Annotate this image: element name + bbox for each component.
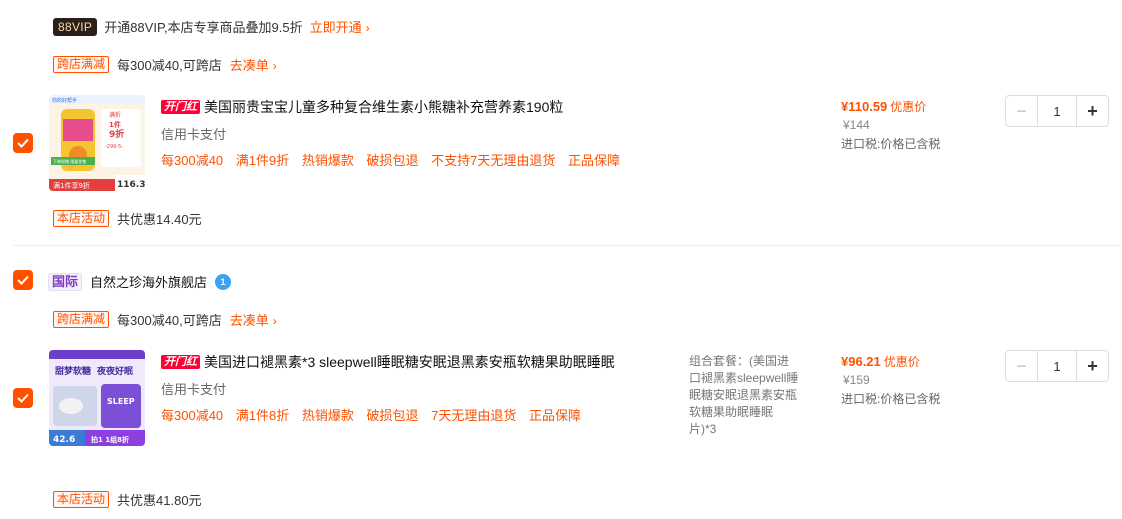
price-label: 优惠价 bbox=[890, 100, 927, 114]
item-title-row: 开门红 美国丽贵宝宝儿童多种复合维生素小熊糖补充营养素190粒 bbox=[161, 97, 801, 117]
thumb-head-1: 甜梦软糖 bbox=[55, 365, 91, 377]
tax-info: 进口税:价格已含税 bbox=[841, 392, 941, 406]
store-activity-tag: 本店活动 bbox=[53, 491, 110, 508]
item-title[interactable]: 美国进口褪黑素*3 sleepwell睡眠糖安眠退黑素安瓶软糖果助眠睡眠 bbox=[204, 352, 615, 372]
promo-tags: 每300减40 满1件8折 热销爆款 破损包退 7天无理由退货 正品保障 bbox=[161, 405, 590, 424]
add-on-link-label: 去凑单 bbox=[229, 313, 269, 328]
promo-tag: 每300减40 bbox=[161, 408, 224, 423]
bundle-description[interactable]: 组合套餐：(美国进口褪黑素sleepwell睡眠糖安眠退黑素安瓶软糖果助眠睡眠片… bbox=[689, 353, 799, 438]
thumb-price: 42.6 bbox=[53, 435, 75, 445]
thumb-top-text: 你的好帮手 bbox=[52, 97, 77, 104]
thumb-price: 116.3 bbox=[117, 180, 145, 190]
cross-store-text: 每300减40,可跨店 bbox=[117, 58, 222, 73]
product-thumbnail[interactable]: 甜梦软糖 夜夜好眠 SLEEP 42.6 拍1 1组8折 bbox=[49, 350, 145, 446]
international-badge: 国际 bbox=[48, 272, 83, 291]
check-icon bbox=[17, 275, 29, 285]
cross-store-promo: 跨店满减 每300减40,可跨店 去凑单 › bbox=[53, 55, 277, 74]
tax-info: 进口税:价格已含税 bbox=[841, 137, 941, 151]
promo-badge: 开门红 bbox=[161, 355, 200, 369]
promo-tag: 正品保障 bbox=[529, 408, 582, 423]
store-activity-text: 共优惠14.40元 bbox=[117, 212, 202, 227]
thumb-promo-3: 9折 bbox=[109, 128, 124, 140]
store-activity-tag: 本店活动 bbox=[53, 210, 110, 227]
decrease-button[interactable]: − bbox=[1006, 351, 1038, 381]
store-checkbox[interactable] bbox=[13, 270, 33, 290]
increase-button[interactable]: + bbox=[1076, 351, 1108, 381]
check-icon bbox=[17, 393, 29, 403]
check-icon bbox=[17, 138, 29, 148]
item-checkbox[interactable] bbox=[13, 388, 33, 408]
thumb-promo-1: 满折 bbox=[109, 111, 121, 119]
vip-open-link-label: 立即开通 bbox=[309, 20, 362, 35]
add-on-link-label: 去凑单 bbox=[229, 58, 269, 73]
add-on-link[interactable]: 去凑单 › bbox=[230, 310, 277, 329]
price-label: 优惠价 bbox=[883, 355, 920, 369]
thumb-deal: 拍1 1组8折 bbox=[91, 435, 129, 444]
price-original: ¥159 bbox=[843, 373, 870, 387]
promo-tag: 满1件8折 bbox=[235, 408, 290, 423]
quantity-value[interactable]: 1 bbox=[1038, 351, 1076, 381]
store-divider bbox=[13, 245, 1122, 246]
item-title[interactable]: 美国丽贵宝宝儿童多种复合维生素小熊糖补充营养素190粒 bbox=[204, 97, 563, 117]
chevron-right-icon: › bbox=[365, 21, 370, 35]
product-image: 你的好帮手 满折 1件 9折 -299-5- 下单即赠 限量发售 满1件享9折 … bbox=[49, 95, 145, 191]
price-value: ¥96.21 bbox=[841, 354, 881, 369]
thumb-promo-4: -299-5- bbox=[105, 144, 123, 150]
payment-method: 信用卡支付 bbox=[161, 382, 227, 397]
chevron-right-icon: › bbox=[272, 314, 277, 328]
promo-badge: 开门红 bbox=[161, 100, 200, 114]
promo-tag: 热销爆款 bbox=[301, 153, 354, 168]
item-title-row: 开门红 美国进口褪黑素*3 sleepwell睡眠糖安眠退黑素安瓶软糖果助眠睡眠 bbox=[161, 352, 681, 372]
thumb-bottom-text: 满1件享9折 bbox=[53, 181, 90, 190]
store-activity: 本店活动 共优惠14.40元 bbox=[53, 209, 202, 228]
cross-store-tag: 跨店满减 bbox=[53, 311, 110, 328]
store-header: 国际 自然之珍海外旗舰店 1 bbox=[48, 272, 232, 291]
promo-tag: 7天无理由退货 bbox=[431, 408, 517, 423]
chevron-right-icon: › bbox=[272, 59, 277, 73]
store-chat-icon[interactable]: 1 bbox=[215, 273, 232, 290]
promo-tag: 每300减40 bbox=[161, 153, 224, 168]
product-thumbnail[interactable]: 你的好帮手 满折 1件 9折 -299-5- 下单即赠 限量发售 满1件享9折 … bbox=[49, 95, 145, 191]
quantity-stepper: − 1 + bbox=[1005, 95, 1109, 127]
promo-tags: 每300减40 满1件9折 热销爆款 破损包退 不支持7天无理由退货 正品保障 bbox=[161, 150, 629, 169]
promo-tag: 满1件9折 bbox=[235, 153, 290, 168]
store-activity-text: 共优惠41.80元 bbox=[117, 493, 202, 508]
store-name[interactable]: 自然之珍海外旗舰店 bbox=[90, 272, 207, 291]
increase-button[interactable]: + bbox=[1076, 96, 1108, 126]
decrease-button[interactable]: − bbox=[1006, 96, 1038, 126]
product-image: 甜梦软糖 夜夜好眠 SLEEP 42.6 拍1 1组8折 bbox=[49, 350, 145, 446]
promo-tag: 不支持7天无理由退货 bbox=[431, 153, 556, 168]
price-now: ¥110.59 优惠价 bbox=[841, 98, 926, 115]
quantity-stepper: − 1 + bbox=[1005, 350, 1109, 382]
item-checkbox[interactable] bbox=[13, 133, 33, 153]
store-activity: 本店活动 共优惠41.80元 bbox=[53, 490, 202, 509]
cross-store-tag: 跨店满减 bbox=[53, 56, 110, 73]
thumb-promo-2: 1件 bbox=[109, 120, 121, 129]
vip-badge: 88VIP bbox=[53, 17, 98, 36]
quantity-value[interactable]: 1 bbox=[1038, 96, 1076, 126]
vip-text: 开通88VIP,本店专享商品叠加9.5折 bbox=[104, 20, 303, 35]
price-original: ¥144 bbox=[843, 118, 870, 132]
payment-method: 信用卡支付 bbox=[161, 127, 227, 142]
promo-tag: 热销爆款 bbox=[301, 408, 354, 423]
cross-store-text: 每300减40,可跨店 bbox=[117, 313, 222, 328]
price-now: ¥96.21 优惠价 bbox=[841, 353, 920, 370]
promo-tag: 破损包退 bbox=[366, 153, 419, 168]
promo-tag: 正品保障 bbox=[568, 153, 621, 168]
cross-store-promo: 跨店满减 每300减40,可跨店 去凑单 › bbox=[53, 310, 277, 329]
add-on-link[interactable]: 去凑单 › bbox=[230, 55, 277, 74]
vip-row: 88VIP 开通88VIP,本店专享商品叠加9.5折 立即开通 › bbox=[53, 17, 370, 36]
thumb-brand: SLEEP bbox=[107, 397, 135, 406]
price-value: ¥110.59 bbox=[841, 99, 888, 114]
thumb-promo-5: 下单即赠 限量发售 bbox=[53, 158, 86, 164]
vip-open-link[interactable]: 立即开通 › bbox=[310, 17, 370, 36]
thumb-head-2: 夜夜好眠 bbox=[96, 365, 133, 377]
promo-tag: 破损包退 bbox=[366, 408, 419, 423]
